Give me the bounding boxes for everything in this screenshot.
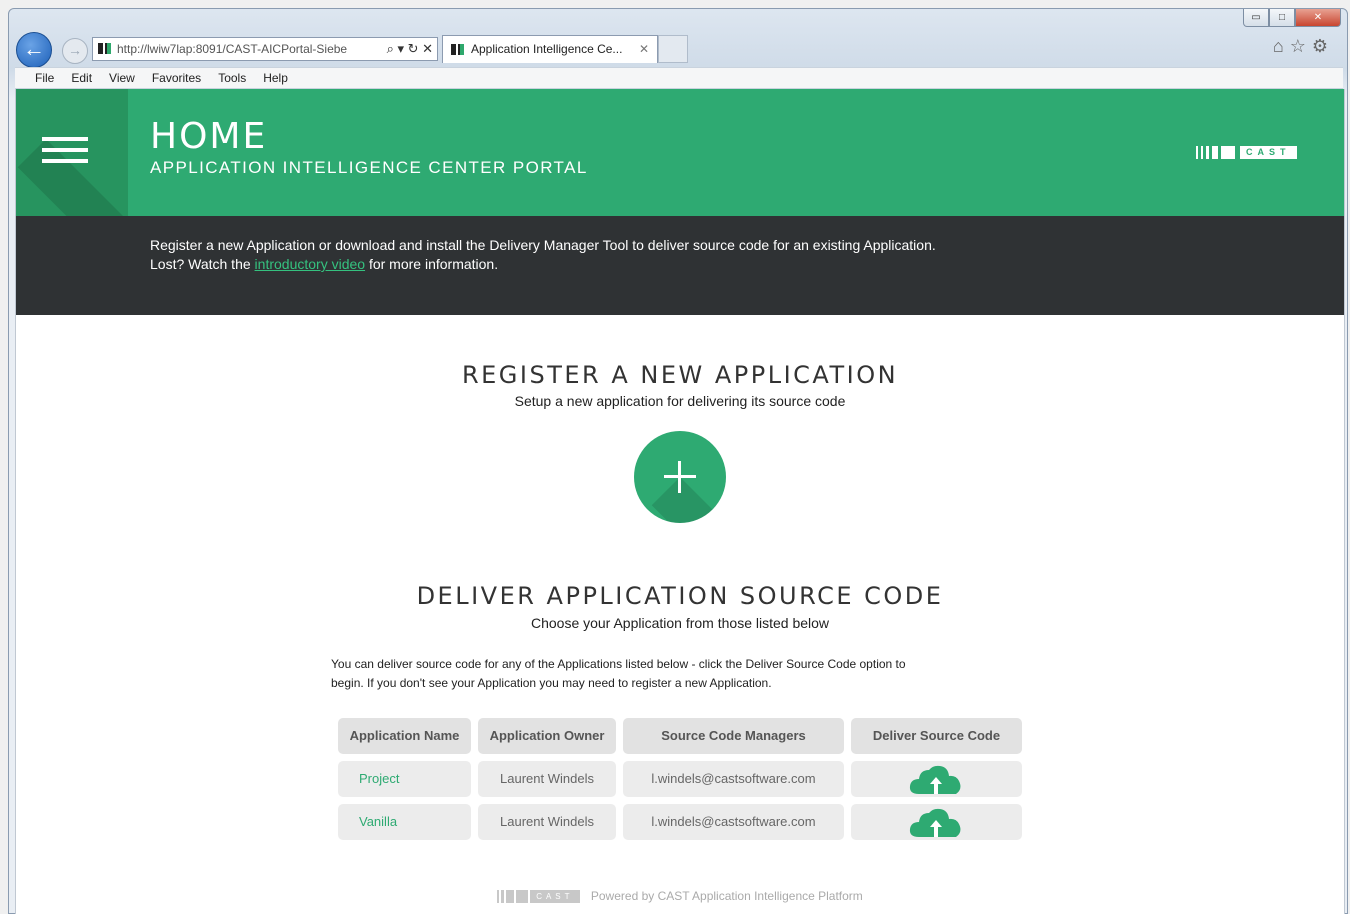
cloud-upload-icon: [909, 808, 961, 837]
gear-icon[interactable]: ⚙: [1312, 36, 1334, 56]
maximize-button[interactable]: □: [1269, 9, 1295, 27]
cloud-upload-icon: [909, 765, 961, 794]
footer-text: Powered by CAST Application Intelligence…: [590, 889, 863, 903]
menu-bar: File Edit View Favorites Tools Help: [15, 67, 1343, 89]
menu-file[interactable]: File: [35, 68, 54, 88]
register-subtitle: Setup a new application for delivering i…: [514, 393, 846, 409]
deliver-intro-line-1: You can deliver source code for any of t…: [331, 657, 906, 671]
address-bar[interactable]: http://lwiw7lap:8091/CAST-AICPortal-Sieb…: [92, 37, 438, 61]
tab-title: Application Intelligence Ce...: [471, 42, 623, 56]
table-cell-owner: Laurent Windels: [478, 761, 616, 797]
banner-line-1: Register a new Application or download a…: [150, 237, 936, 253]
back-button[interactable]: ←: [16, 32, 52, 68]
column-header-application-name[interactable]: Application Name: [338, 718, 471, 754]
site-favicon-icon: [98, 43, 111, 54]
menu-help[interactable]: Help: [263, 68, 288, 88]
footer: CAST Powered by CAST Application Intelli…: [16, 889, 1344, 904]
menu-toggle-button[interactable]: [16, 89, 128, 216]
footer-cast-logo: CAST: [497, 890, 580, 904]
menu-edit[interactable]: Edit: [71, 68, 92, 88]
page-title: HOME: [150, 116, 268, 157]
column-header-deliver-source-code[interactable]: Deliver Source Code: [851, 718, 1022, 754]
cast-logo-text: CAST: [1240, 146, 1297, 159]
menu-view[interactable]: View: [109, 68, 135, 88]
banner-line-2-prefix: Lost? Watch the: [150, 256, 255, 272]
footer-logo-text: CAST: [530, 890, 580, 904]
banner-line-2-suffix: for more information.: [365, 256, 499, 272]
browser-toolbar-icons: ⌂☆⚙: [1273, 36, 1334, 57]
page-content: HOME APPLICATION INTELLIGENCE CENTER POR…: [15, 89, 1345, 914]
new-tab-button[interactable]: [658, 35, 688, 63]
column-header-application-owner[interactable]: Application Owner: [478, 718, 616, 754]
register-title: REGISTER A NEW APPLICATION: [461, 361, 899, 389]
deliver-subtitle: Choose your Application from those liste…: [530, 615, 830, 631]
hero-header: HOME APPLICATION INTELLIGENCE CENTER POR…: [16, 89, 1344, 216]
deliver-source-code-button[interactable]: [851, 804, 1022, 840]
address-bar-icons[interactable]: ⌕ ▾ ↻ ✕: [382, 38, 433, 60]
minimize-button[interactable]: ▭: [1243, 9, 1269, 27]
info-banner: Register a new Application or download a…: [16, 216, 1344, 315]
arrow-left-icon: ←: [23, 36, 45, 61]
tab-favicon-icon: [451, 44, 464, 55]
column-header-source-code-managers[interactable]: Source Code Managers: [623, 718, 844, 754]
introductory-video-link[interactable]: introductory video: [255, 256, 366, 272]
page-subtitle: APPLICATION INTELLIGENCE CENTER PORTAL: [150, 158, 588, 177]
table-cell-managers: l.windels@castsoftware.com: [623, 761, 844, 797]
menu-favorites[interactable]: Favorites: [152, 68, 201, 88]
table-cell-app-name[interactable]: Project: [338, 761, 471, 797]
banner-line-2: Lost? Watch the introductory video for m…: [150, 256, 498, 272]
register-application-button[interactable]: [634, 431, 726, 523]
deliver-intro: You can deliver source code for any of t…: [331, 655, 1031, 693]
hamburger-icon: [42, 137, 88, 170]
table-cell-owner: Laurent Windels: [478, 804, 616, 840]
deliver-intro-line-2: begin. If you don't see your Application…: [331, 676, 772, 690]
deliver-title: DELIVER APPLICATION SOURCE CODE: [416, 582, 944, 610]
home-icon[interactable]: ⌂: [1273, 36, 1290, 56]
long-shadow: [651, 477, 726, 523]
tab-close-icon[interactable]: ✕: [639, 36, 649, 62]
deliver-source-code-button[interactable]: [851, 761, 1022, 797]
window-controls: ▭ □ ✕: [1243, 9, 1341, 27]
close-window-button[interactable]: ✕: [1295, 9, 1341, 27]
star-icon[interactable]: ☆: [1290, 36, 1312, 56]
table-cell-managers: l.windels@castsoftware.com: [623, 804, 844, 840]
menu-tools[interactable]: Tools: [218, 68, 246, 88]
forward-button[interactable]: →: [62, 38, 88, 64]
cast-logo: CAST: [1196, 146, 1297, 159]
browser-tab[interactable]: Application Intelligence Ce... ✕: [442, 35, 658, 63]
address-url: http://lwiw7lap:8091/CAST-AICPortal-Sieb…: [117, 42, 348, 56]
arrow-right-icon: →: [68, 42, 82, 58]
table-cell-app-name[interactable]: Vanilla: [338, 804, 471, 840]
